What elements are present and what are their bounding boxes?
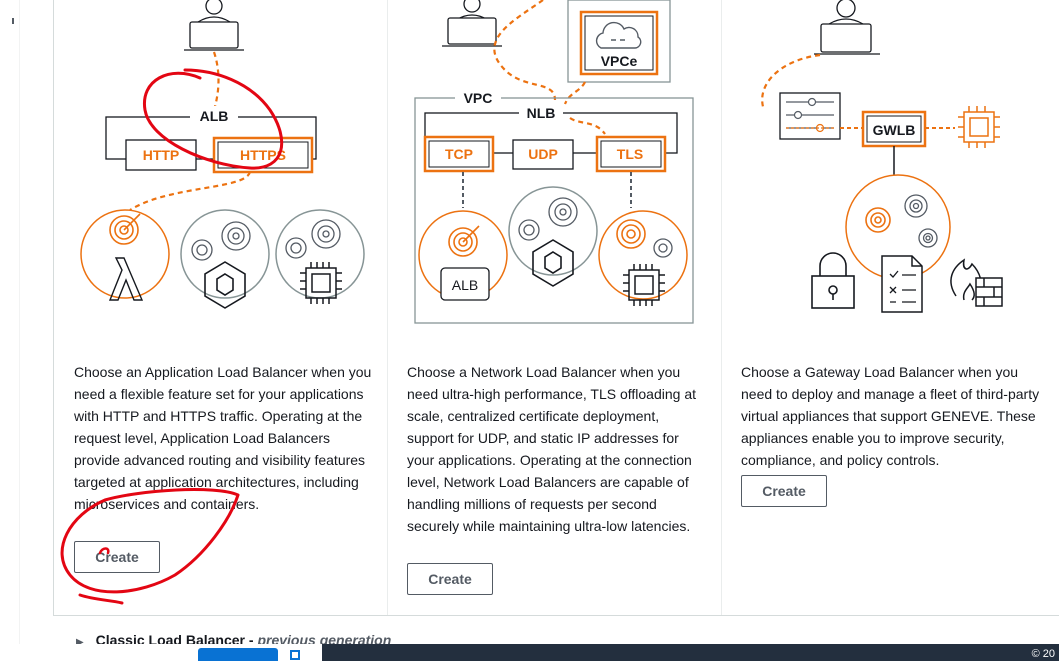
alb-https-label: HTTPS (240, 147, 286, 163)
lock-icon (811, 252, 855, 309)
nlb-diagram: VPCe VPC NLB TCP UDP TLS ALB (405, 0, 705, 330)
gwlb-diagram-label: GWLB (873, 122, 916, 138)
nlb-vpc-label: VPC (464, 90, 493, 106)
user-laptop-icon (442, 0, 502, 47)
nlb-create-button[interactable]: Create (407, 563, 493, 595)
taskbar-active-item[interactable] (198, 648, 278, 661)
gwlb-description: Choose a Gateway Load Balancer when you … (741, 364, 1040, 468)
user-laptop-icon (814, 0, 880, 55)
nlb-description: Choose a Network Load Balancer when you … (407, 364, 697, 534)
alb-diagram-label: ALB (200, 108, 229, 124)
column-divider (387, 0, 388, 615)
alb-description: Choose an Application Load Balancer when… (74, 364, 372, 512)
gutter-mark (12, 18, 14, 24)
firewall-icon (950, 258, 1003, 307)
gwlb-create-button[interactable]: Create (741, 475, 827, 507)
left-gutter (0, 0, 20, 661)
nlb-tls-label: TLS (617, 146, 643, 162)
alb-diagram: ALB HTTP HTTPS (70, 0, 370, 330)
taskbar-icon[interactable] (290, 650, 300, 660)
appliance-icon (779, 92, 841, 140)
nlb-tcp-label: TCP (445, 146, 473, 162)
user-laptop-icon (184, 0, 244, 51)
checklist-icon (881, 255, 923, 313)
gwlb-diagram: GWLB (750, 0, 1050, 330)
alb-create-button[interactable]: Create (74, 541, 160, 573)
nlb-alb-label: ALB (452, 277, 478, 293)
column-divider (721, 0, 722, 615)
nlb-udp-label: UDP (528, 146, 558, 162)
footer-copyright: © 20 (1031, 648, 1055, 660)
console-footer: © 20 (0, 644, 1059, 661)
nlb-vpce-label: VPCe (601, 53, 638, 69)
alb-http-label: HTTP (143, 147, 180, 163)
nlb-diagram-label: NLB (527, 105, 556, 121)
chip-icon (958, 106, 1000, 148)
